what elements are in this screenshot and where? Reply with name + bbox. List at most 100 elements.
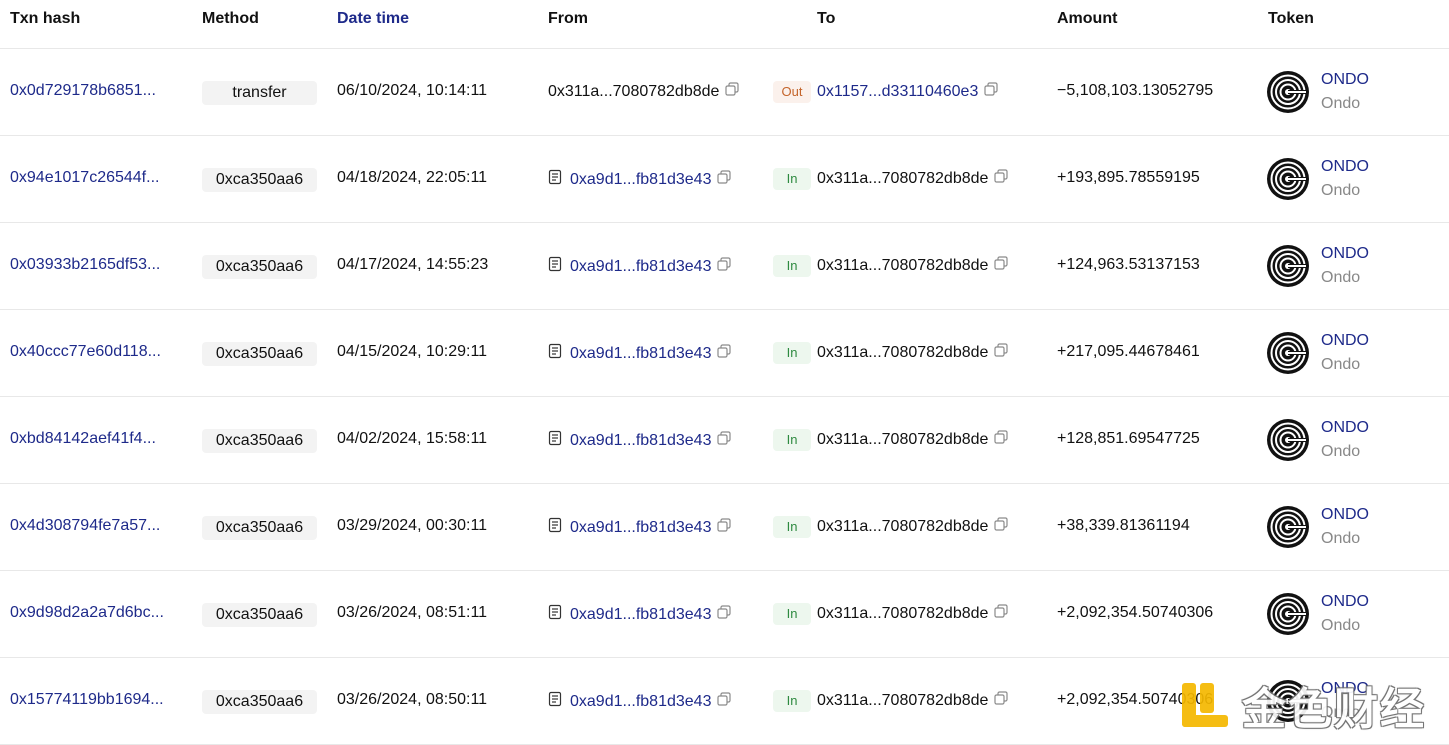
- to-address-link[interactable]: 0x311a...7080782db8de: [817, 170, 988, 188]
- header-txn-hash: Txn hash: [10, 10, 81, 27]
- from-address: 0x311a...7080782db8de: [548, 82, 740, 101]
- table-body: 0x0d729178b6851... transfer 06/10/2024, 10…: [0, 49, 1449, 745]
- to-address-link[interactable]: 0x311a...7080782db8de: [817, 257, 988, 275]
- token-name: Ondo: [1321, 617, 1361, 634]
- to-address-link[interactable]: 0x311a...7080782db8de: [817, 344, 988, 362]
- to-address-link[interactable]: 0x311a...7080782db8de: [817, 431, 988, 449]
- copy-icon[interactable]: [715, 431, 732, 450]
- direction-badge: In: [773, 603, 811, 625]
- txn-hash-link[interactable]: 0x40ccc77e60d118...: [10, 343, 161, 361]
- method-badge: 0xca350aa6: [202, 516, 317, 540]
- contract-icon: [548, 256, 566, 277]
- copy-icon[interactable]: [715, 518, 732, 537]
- copy-icon[interactable]: [715, 257, 732, 276]
- copy-icon[interactable]: [723, 82, 740, 101]
- to-address: 0x311a...7080782db8de: [817, 517, 1009, 536]
- from-address: 0xa9d1...fb81d3e43: [548, 517, 732, 538]
- token-symbol-link[interactable]: ONDO: [1321, 245, 1369, 263]
- to-address: 0x311a...7080782db8de: [817, 430, 1009, 449]
- date-time: 06/10/2024, 10:14:11: [337, 82, 488, 99]
- txn-hash-link[interactable]: 0x0d729178b6851...: [10, 82, 156, 100]
- txn-hash-link[interactable]: 0xbd84142aef41f4...: [10, 430, 156, 448]
- from-address-link[interactable]: 0xa9d1...fb81d3e43: [570, 432, 711, 450]
- contract-icon: [548, 604, 566, 625]
- ondo-logo-icon[interactable]: [1266, 505, 1310, 549]
- copy-icon[interactable]: [992, 343, 1009, 362]
- table-row: 0x94e1017c26544f... 0xca350aa6 04/18/2024,…: [0, 136, 1449, 223]
- from-address-link[interactable]: 0xa9d1...fb81d3e43: [570, 345, 711, 363]
- copy-icon[interactable]: [715, 692, 732, 711]
- ondo-logo-icon[interactable]: [1266, 244, 1310, 288]
- from-address-link[interactable]: 0xa9d1...fb81d3e43: [570, 171, 711, 189]
- token-name: Ondo: [1321, 530, 1361, 547]
- copy-icon[interactable]: [982, 82, 998, 101]
- to-address: 0x1157...d33110460e3: [817, 82, 998, 101]
- watermark: 金色财经: [1178, 672, 1448, 738]
- copy-icon[interactable]: [715, 344, 732, 363]
- copy-icon[interactable]: [992, 691, 1009, 710]
- token-name: Ondo: [1321, 269, 1361, 286]
- to-address: 0x311a...7080782db8de: [817, 604, 1009, 623]
- amount: +193,895.78559195: [1057, 169, 1200, 186]
- from-address: 0xa9d1...fb81d3e43: [548, 604, 732, 625]
- copy-icon[interactable]: [992, 430, 1009, 449]
- from-address-link[interactable]: 0xa9d1...fb81d3e43: [570, 693, 711, 711]
- txn-hash-link[interactable]: 0x03933b2165df53...: [10, 256, 160, 274]
- token-name: Ondo: [1321, 356, 1361, 373]
- to-address-link[interactable]: 0x1157...d33110460e3: [817, 83, 978, 101]
- table-header: Txn hash Method Date time From To Amount…: [0, 0, 1449, 49]
- ondo-logo-icon[interactable]: [1266, 70, 1310, 114]
- to-address: 0x311a...7080782db8de: [817, 256, 1009, 275]
- token-symbol-link[interactable]: ONDO: [1321, 158, 1369, 176]
- token-symbol-link[interactable]: ONDO: [1321, 71, 1369, 89]
- direction-badge: In: [773, 516, 811, 538]
- ondo-logo-icon[interactable]: [1266, 418, 1310, 462]
- txn-hash-link[interactable]: 0x4d308794fe7a57...: [10, 517, 160, 535]
- to-address-link[interactable]: 0x311a...7080782db8de: [817, 605, 988, 623]
- ondo-logo-icon[interactable]: [1266, 592, 1310, 636]
- copy-icon[interactable]: [992, 604, 1009, 623]
- jinse-logo-icon: [1182, 683, 1228, 727]
- to-address-link[interactable]: 0x311a...7080782db8de: [817, 518, 988, 536]
- contract-icon: [548, 169, 566, 190]
- copy-icon[interactable]: [992, 169, 1009, 188]
- transactions-table: Txn hash Method Date time From To Amount…: [0, 0, 1449, 745]
- ondo-logo-icon[interactable]: [1266, 157, 1310, 201]
- method-badge: 0xca350aa6: [202, 255, 317, 279]
- from-address-link[interactable]: 0xa9d1...fb81d3e43: [570, 258, 711, 276]
- header-date-time-toggle[interactable]: Date time: [337, 10, 409, 28]
- token-name: Ondo: [1321, 443, 1361, 460]
- txn-hash-link[interactable]: 0x15774119bb1694...: [10, 691, 164, 709]
- header-amount: Amount: [1057, 10, 1118, 27]
- date-time: 04/18/2024, 22:05:11: [337, 169, 488, 186]
- copy-icon[interactable]: [992, 517, 1009, 536]
- table-row: 0xbd84142aef41f4... 0xca350aa6 04/02/2024,…: [0, 397, 1449, 484]
- from-address-link[interactable]: 0xa9d1...fb81d3e43: [570, 606, 711, 624]
- date-time: 03/26/2024, 08:51:11: [337, 604, 488, 621]
- direction-badge: Out: [773, 81, 811, 103]
- from-address-link[interactable]: 0x311a...7080782db8de: [548, 83, 719, 101]
- token-symbol-link[interactable]: ONDO: [1321, 593, 1369, 611]
- from-address-link[interactable]: 0xa9d1...fb81d3e43: [570, 519, 711, 537]
- date-time: 04/17/2024, 14:55:23: [337, 256, 489, 273]
- copy-icon[interactable]: [992, 256, 1009, 275]
- to-address: 0x311a...7080782db8de: [817, 343, 1009, 362]
- token-symbol-link[interactable]: ONDO: [1321, 419, 1369, 437]
- ondo-logo-icon[interactable]: [1266, 331, 1310, 375]
- amount: +2,092,354.50740306: [1057, 604, 1214, 621]
- copy-icon[interactable]: [715, 170, 732, 189]
- txn-hash-link[interactable]: 0x94e1017c26544f...: [10, 169, 159, 187]
- from-address: 0xa9d1...fb81d3e43: [548, 256, 732, 277]
- amount: −5,108,103.13052795: [1057, 82, 1214, 99]
- token-symbol-link[interactable]: ONDO: [1321, 506, 1369, 524]
- token-name: Ondo: [1321, 182, 1361, 199]
- header-method: Method: [202, 10, 259, 27]
- to-address-link[interactable]: 0x311a...7080782db8de: [817, 692, 988, 710]
- table-row: 0x40ccc77e60d118... 0xca350aa6 04/15/2024,…: [0, 310, 1449, 397]
- txn-hash-link[interactable]: 0x9d98d2a2a7d6bc...: [10, 604, 164, 622]
- method-badge: 0xca350aa6: [202, 429, 317, 453]
- copy-icon[interactable]: [715, 605, 732, 624]
- token-symbol-link[interactable]: ONDO: [1321, 332, 1369, 350]
- direction-badge: In: [773, 255, 811, 277]
- from-address: 0xa9d1...fb81d3e43: [548, 169, 732, 190]
